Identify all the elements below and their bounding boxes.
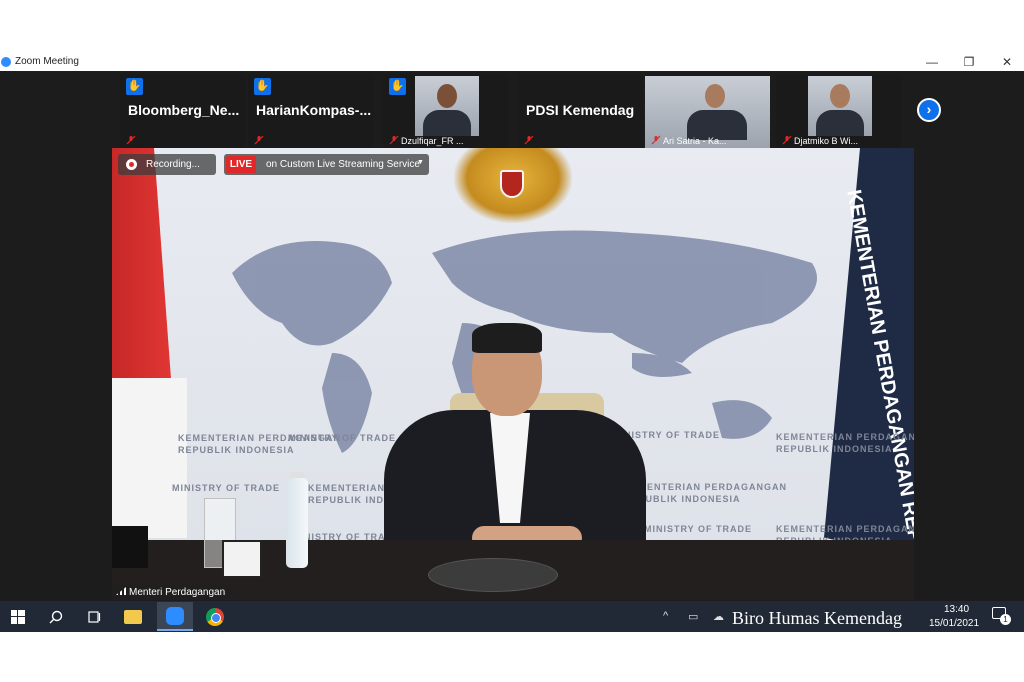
live-badge: LIVE [226,156,256,173]
muted-mic-icon [524,135,534,145]
chevron-right-icon[interactable]: › [917,98,941,122]
chrome-icon[interactable] [203,605,227,629]
record-icon [126,159,137,170]
participant-name: Dzulfiqar_FR ... [401,136,464,146]
raised-hand-icon: ✋ [254,78,271,95]
raised-hand-icon: ✋ [389,78,406,95]
wall-text: REPUBLIK INDONESIA [776,444,893,454]
water-bottle [286,478,308,568]
wall-text: MINISTRY OF TRADE [172,483,281,493]
muted-mic-icon [254,135,264,145]
signal-strength-icon [116,587,126,595]
muted-mic-icon [126,135,136,145]
title-bar [0,53,1024,71]
zoom-icon[interactable] [157,602,193,631]
chevron-up-icon[interactable]: ^ [663,610,668,622]
screen: Zoom Meeting — ❐ ✕ ✋ Bloomberg_Ne... ✋ H… [0,0,1024,682]
participant-name: Bloomberg_Ne... [128,102,240,118]
search-icon[interactable] [44,605,68,629]
muted-mic-icon [782,135,792,145]
participant-thumbnail[interactable]: Djatmiko B Wi... [776,74,901,148]
window-title: Zoom Meeting [15,56,79,67]
caret-down-icon: ▼ [417,159,424,166]
participant-name: Djatmiko B Wi... [794,136,859,146]
active-speaker-video: KEMENTERIAN PERDAGANGAN REPUBLIK MINISTR… [112,148,914,600]
restore-button[interactable]: ❐ [958,54,980,70]
recording-label: Recording... [146,159,200,170]
participant-thumbnail[interactable]: PDSI Kemendag [518,74,643,148]
close-button[interactable]: ✕ [996,54,1018,70]
participant-thumbnail[interactable]: ✋ Bloomberg_Ne... [120,74,245,148]
participant-name: Ari Satria - Ka... [663,136,727,146]
zoom-app-icon [1,57,11,67]
muted-mic-icon [389,135,399,145]
conference-speaker [428,558,558,592]
wall-text: KEMENTERIAN PERDAGANGAN [776,524,914,534]
participant-name: HarianKompas-... [256,102,372,118]
live-stream-label: on Custom Live Streaming Service [266,159,420,170]
participant-thumbnail[interactable]: Ari Satria - Ka... [645,74,770,148]
notification-count: 1 [1000,614,1011,625]
wall-text: MINISTRY OF TRADE [644,524,753,534]
clock-date[interactable]: 15/01/2021 [929,618,979,629]
file-explorer-icon[interactable] [121,605,145,629]
participant-video [808,76,872,136]
task-view-icon[interactable] [82,605,106,629]
raised-hand-icon: ✋ [126,78,143,95]
windows-start-icon[interactable] [6,605,30,629]
onedrive-icon[interactable]: ☁ [713,610,724,623]
meet-now-icon[interactable]: ▭ [688,610,698,623]
wall-text: KEMENTERIAN PERDAGANGAN [624,482,788,492]
active-speaker-name: Menteri Perdagangan [129,587,226,598]
wall-text: REPUBLIK INDONESIA [178,445,295,455]
participant-thumbnail[interactable]: ✋ Dzulfiqar_FR ... [383,74,508,148]
participant-thumbnail[interactable]: ✋ HarianKompas-... [248,74,373,148]
active-speaker-name-tag: Menteri Perdagangan [112,585,232,600]
watermark: Biro Humas Kemendag [732,608,902,628]
clock-time[interactable]: 13:40 [944,604,969,615]
muted-mic-icon [651,135,661,145]
wall-text: KEMENTERIAN PERDAGANGAN [776,432,914,442]
wall-text: KEMENTERIAN PERDAGANGAN [178,433,342,443]
participant-video [415,76,479,136]
participant-name: PDSI Kemendag [526,102,635,118]
minimize-button[interactable]: — [921,54,943,70]
